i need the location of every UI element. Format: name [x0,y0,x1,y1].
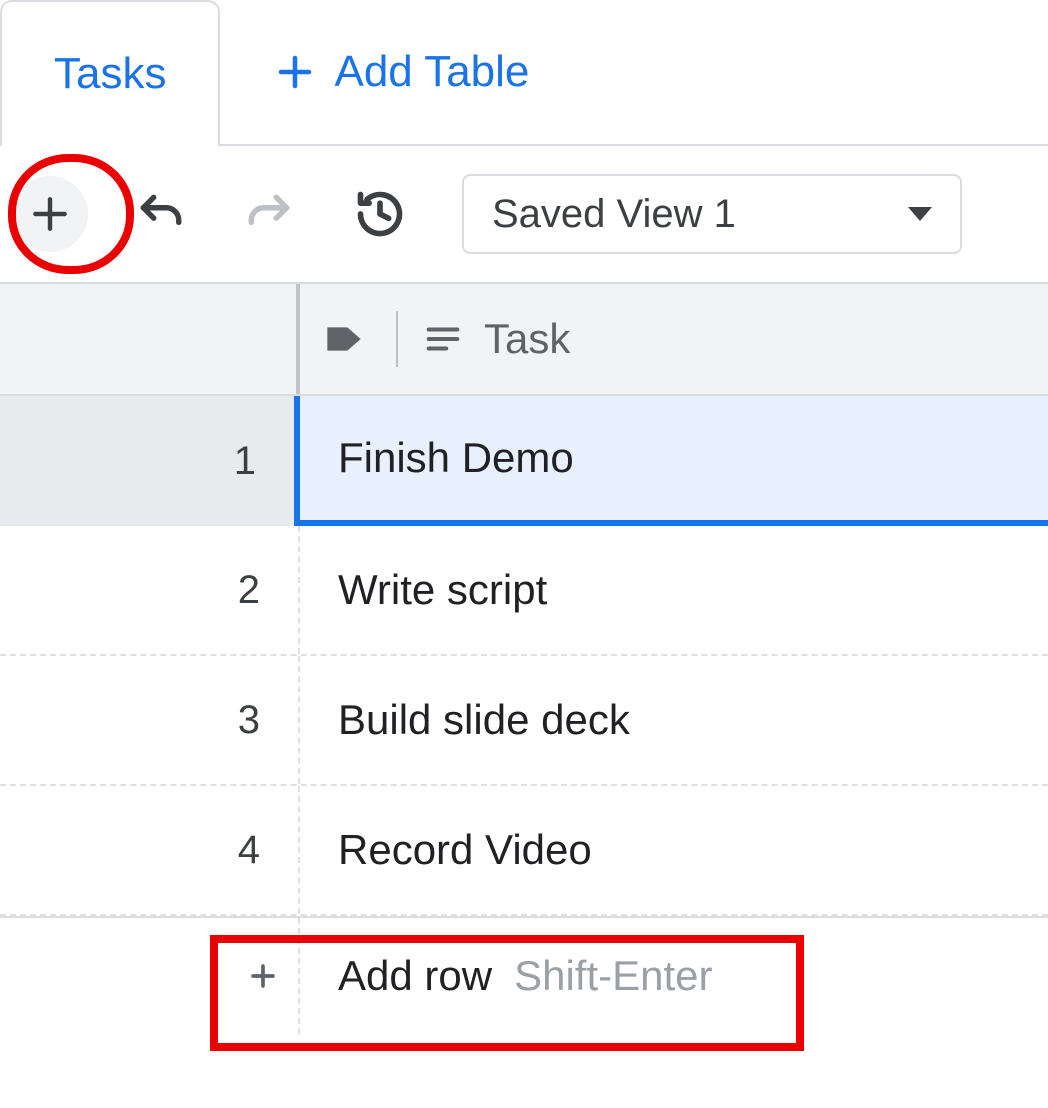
chevron-down-icon [908,207,932,221]
row-number: 3 [0,656,300,784]
text-column-icon [424,320,462,358]
add-row-label: Add row [338,952,492,1000]
table-area: Task 1 Finish Demo 2 Write script 3 Buil… [0,284,1048,1034]
tab-label: Tasks [54,49,166,99]
add-row-hint: Shift-Enter [514,952,712,1000]
cell-task[interactable]: Finish Demo [300,396,1048,526]
saved-view-dropdown[interactable]: Saved View 1 [462,174,962,254]
saved-view-label: Saved View 1 [492,192,736,237]
table-row[interactable]: 1 Finish Demo [0,396,1048,526]
row-number: 2 [0,526,300,654]
column-header-label: Task [484,315,570,363]
column-header-task[interactable]: Task [300,284,1048,394]
plus-icon [274,51,316,93]
row-number: 4 [0,786,300,914]
undo-button[interactable] [122,176,198,252]
add-table-label: Add Table [334,47,529,97]
redo-button[interactable] [232,176,308,252]
table-row[interactable]: 3 Build slide deck [0,656,1048,786]
row-number: 1 [0,396,300,526]
redo-icon [245,189,295,239]
add-table-button[interactable]: Add Table [244,0,559,144]
cell-task[interactable]: Write script [300,526,1048,654]
undo-icon [135,189,185,239]
column-separator [396,311,398,367]
add-button[interactable] [12,176,88,252]
plus-icon [246,959,280,993]
tag-icon [324,319,364,359]
tab-tasks[interactable]: Tasks [0,0,220,146]
row-number-gutter-header [0,284,300,394]
toolbar: Saved View 1 [0,146,1048,284]
table-row[interactable]: 4 Record Video [0,786,1048,916]
cell-task[interactable]: Record Video [300,786,1048,914]
table-row[interactable]: 2 Write script [0,526,1048,656]
history-button[interactable] [342,176,418,252]
tabs-row: Tasks Add Table [0,0,1048,146]
plus-icon [28,192,72,236]
table-header: Task [0,284,1048,396]
add-row-inner: Add row Shift-Enter [338,942,733,1010]
cell-task[interactable]: Build slide deck [300,656,1048,784]
add-row-button[interactable]: Add row Shift-Enter [0,916,1048,1034]
history-icon [354,188,406,240]
